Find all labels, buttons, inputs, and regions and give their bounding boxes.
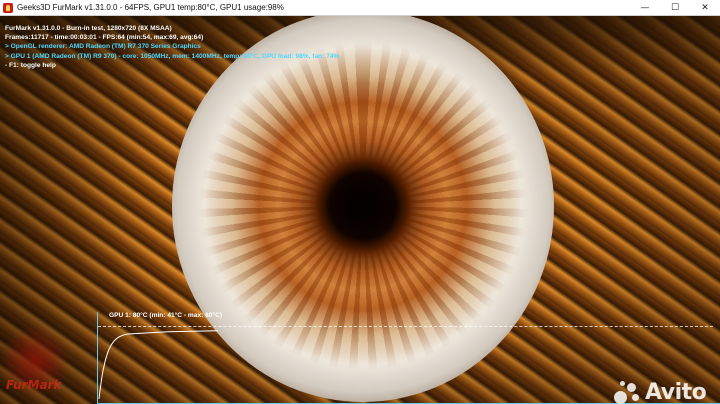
close-button[interactable]: ✕ xyxy=(690,0,720,16)
osd-help-line: - F1: toggle help xyxy=(5,61,56,69)
temperature-curve xyxy=(98,330,219,400)
avito-watermark: Avito xyxy=(612,379,707,404)
osd-renderer-line: > OpenGL renderer: AMD Radeon (TM) R7 37… xyxy=(5,43,201,51)
window-title: Geeks3D FurMark v1.31.0.0 - 64FPS, GPU1 … xyxy=(17,3,284,12)
osd-gpu-line: > GPU 1 (AMD Radeon (TM) R9 370) - core:… xyxy=(5,52,340,60)
furmark-logo-text: FurMark xyxy=(6,378,62,392)
maximize-button[interactable]: ☐ xyxy=(660,0,690,16)
window-controls: — ☐ ✕ xyxy=(630,0,720,16)
osd-version-line: FurMark v1.31.0.0 - Burn-in test, 1280x7… xyxy=(5,25,172,32)
avito-dots-icon xyxy=(612,379,642,404)
minimize-button[interactable]: — xyxy=(630,0,660,16)
window-title-bar: Geeks3D FurMark v1.31.0.0 - 64FPS, GPU1 … xyxy=(0,0,720,16)
furmark-app-icon xyxy=(3,2,13,13)
avito-watermark-text: Avito xyxy=(645,379,707,404)
osd-overlay: FurMark v1.31.0.0 - Burn-in test, 1280x7… xyxy=(5,24,339,70)
render-viewport: FurMark v1.31.0.0 - Burn-in test, 1280x7… xyxy=(0,16,720,404)
osd-frames-line: Frames:11717 - time:00:03:01 - FPS:64 (m… xyxy=(5,34,204,42)
